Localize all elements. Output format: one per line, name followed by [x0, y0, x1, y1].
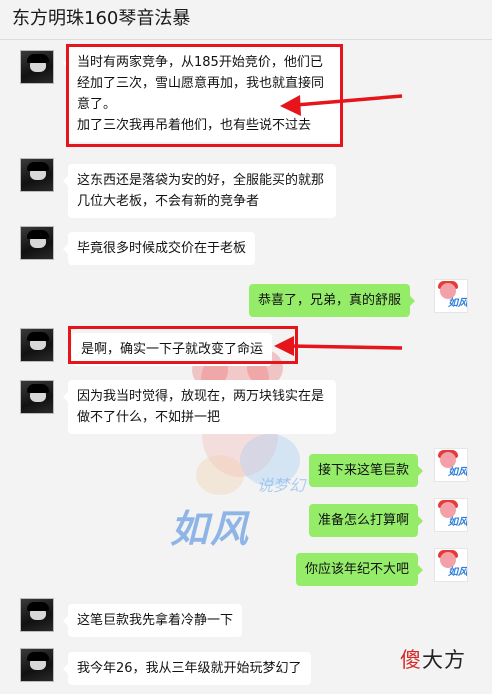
contact-avatar[interactable] — [20, 648, 54, 682]
chat-header: 东方明珠160琴音法暴 — [0, 0, 492, 40]
highlight-box — [68, 326, 298, 364]
brand-first-char: 傻 — [400, 648, 422, 672]
avatar-logo-icon: 如风说梦幻 — [448, 567, 468, 578]
my-avatar[interactable]: 如风说梦幻 — [434, 448, 468, 482]
highlight-box — [66, 44, 343, 147]
my-avatar[interactable]: 如风说梦幻 — [434, 548, 468, 582]
message-bubble: 因为我当时觉得，放现在，两万块钱实在是做不了什么，不如拼一把 — [63, 380, 336, 434]
message-bubble: 恭喜了，兄弟，真的舒服 — [249, 284, 416, 317]
message-bubble: 接下来这笔巨款 — [309, 454, 424, 487]
contact-avatar[interactable] — [20, 226, 54, 260]
contact-avatar[interactable] — [20, 598, 54, 632]
chat-title: 东方明珠160琴音法暴 — [12, 8, 191, 29]
contact-avatar[interactable] — [20, 50, 54, 84]
watermark-text: 如风 — [170, 507, 251, 551]
brand-watermark: 傻大方 — [400, 644, 466, 674]
message-bubble: 这东西还是落袋为安的好，全服能买的就那几位大老板，不会有新的竞争者 — [63, 164, 336, 218]
message-bubble: 准备怎么打算啊 — [309, 504, 424, 537]
message-bubble: 毕竟很多时候成交价在于老板 — [62, 232, 256, 265]
contact-avatar[interactable] — [20, 158, 54, 192]
watermark-subtext: 说梦幻 — [257, 476, 306, 495]
my-avatar[interactable]: 如风说梦幻 — [434, 279, 468, 313]
contact-avatar[interactable] — [20, 328, 54, 362]
avatar-logo-icon: 如风说梦幻 — [448, 467, 468, 478]
avatar-logo-icon: 如风说梦幻 — [448, 517, 468, 528]
message-bubble: 你应该年纪不大吧 — [296, 553, 424, 586]
my-avatar[interactable]: 如风说梦幻 — [434, 498, 468, 532]
avatar-logo-icon: 如风说梦幻 — [448, 298, 468, 309]
brand-rest: 大方 — [422, 648, 466, 672]
message-bubble: 我今年26，我从三年级就开始玩梦幻了 — [63, 652, 311, 685]
contact-avatar[interactable] — [20, 380, 54, 414]
message-bubble: 这笔巨款我先拿着冷静一下 — [62, 604, 243, 637]
